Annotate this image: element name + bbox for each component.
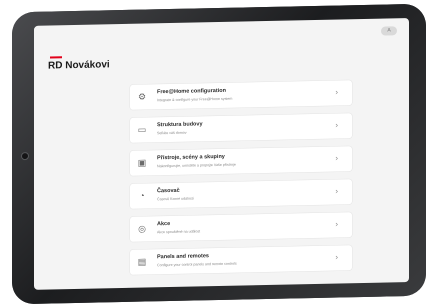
menu-item-title: Free@Home configuration [157, 87, 226, 96]
menu-item-pristroje-sceny-skupiny[interactable]: ▣ Přístroje, scény a skupiny Nakonfiguru… [130, 146, 352, 176]
menu-item-freeathome-configuration[interactable]: ⚙ Free@Home configuration Integrate & co… [130, 80, 352, 110]
devices-icon: ▣ [137, 157, 147, 168]
timer-icon: ◔ [139, 190, 145, 201]
building-structure-icon: ▭ [137, 124, 147, 135]
menu-item-title: Akce [157, 221, 171, 228]
menu-item-description: Sefiáte váš domov [157, 130, 187, 136]
title-accent-bar [50, 56, 62, 59]
chevron-right-icon: › [335, 120, 338, 130]
menu-item-description: Configure your control panels and remote… [157, 261, 237, 268]
gear-icon: ⚙ [137, 91, 147, 102]
menu-item-description: Nakonfigurujte, umístěte a propojte Vaše… [157, 162, 236, 169]
menu-item-title: Struktura budovy [157, 121, 203, 129]
menu-item-akce[interactable]: ◎ Akce Akce spouštěné na událost › [130, 212, 352, 242]
menu-item-panels-and-remotes[interactable]: ▤ Panels and remotes Configure your cont… [130, 245, 352, 275]
menu-item-description: Integrate & configure your Free@Home sys… [157, 96, 233, 103]
tablet-frame: A RD Novákovi ⚙ Free@Home configuration … [12, 3, 426, 304]
page-title: RD Novákovi [48, 59, 110, 72]
avatar[interactable]: A [381, 26, 397, 36]
menu-item-struktura-budovy[interactable]: ▭ Struktura budovy Sefiáte váš domov › [130, 113, 352, 143]
chevron-right-icon: › [335, 153, 338, 163]
menu-item-description: Akce spouštěné na událost [157, 229, 201, 235]
menu-item-casovac[interactable]: ◔ Časovač Časově řízené události › [130, 179, 352, 209]
menu-item-title: Časovač [157, 187, 180, 195]
chevron-right-icon: › [335, 252, 338, 262]
actions-icon: ◎ [138, 223, 146, 234]
menu-item-title: Panels and remotes [157, 253, 209, 261]
chevron-right-icon: › [335, 219, 338, 229]
settings-menu: ⚙ Free@Home configuration Integrate & co… [130, 80, 352, 283]
chevron-right-icon: › [335, 87, 338, 97]
menu-item-title: Přístroje, scény a skupiny [157, 153, 225, 162]
menu-item-description: Časově řízené události [157, 196, 194, 202]
panel-icon: ▤ [137, 256, 147, 267]
chevron-right-icon: › [335, 186, 338, 196]
app-screen: A RD Novákovi ⚙ Free@Home configuration … [34, 18, 409, 290]
